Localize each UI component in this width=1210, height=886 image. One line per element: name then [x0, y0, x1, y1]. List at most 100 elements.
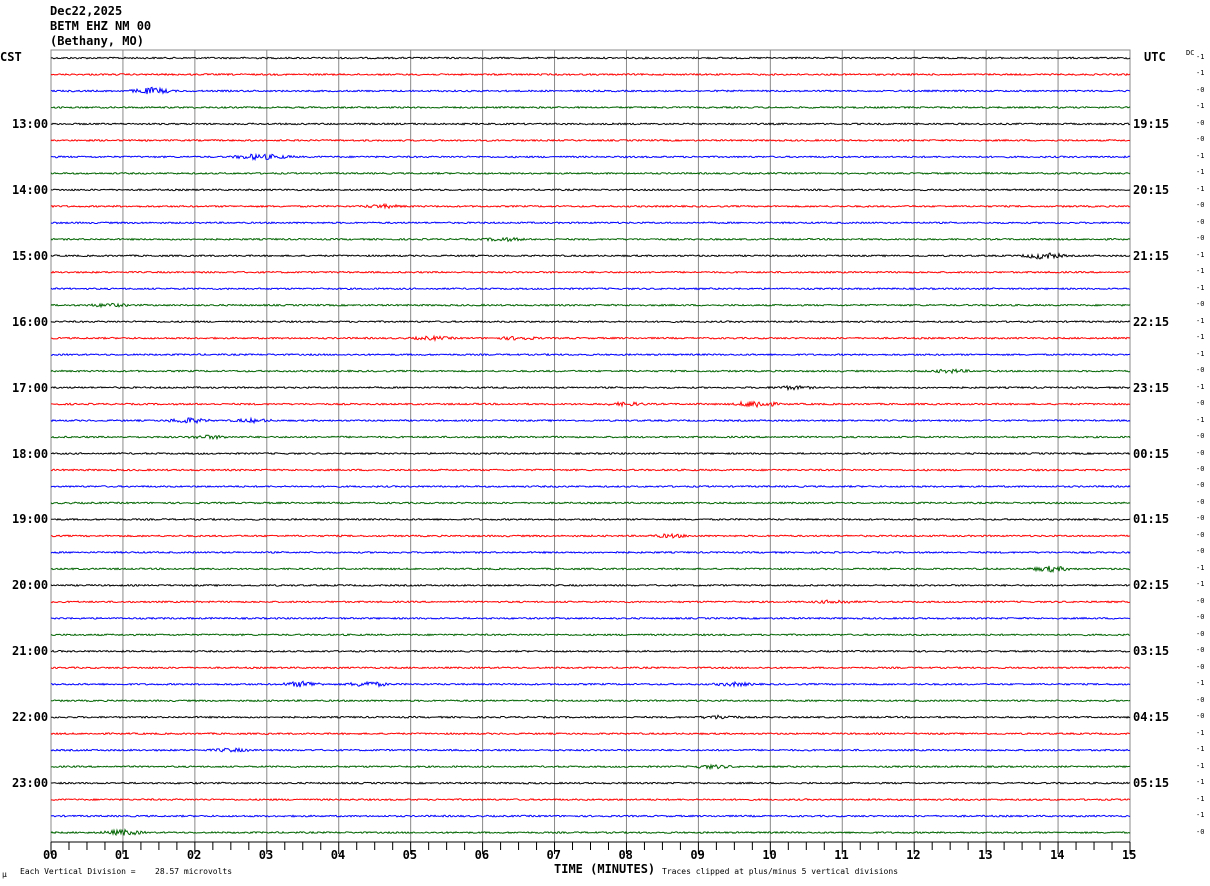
- trace-row-1: [50, 72, 1131, 77]
- trace-row-45: [50, 797, 1131, 802]
- trace-row-31: [50, 565, 1131, 573]
- left-time-label: 18:00: [12, 446, 49, 461]
- trace-row-42: [50, 747, 1131, 753]
- right-time-label: 19:15: [1133, 116, 1170, 131]
- right-time-label: 23:15: [1133, 380, 1170, 395]
- dc-offset: -0: [1196, 432, 1205, 441]
- trace-row-43: [50, 763, 1131, 771]
- dc-offset: -1: [1196, 333, 1205, 342]
- x-tick-label: 08: [618, 848, 633, 862]
- dc-offset: -1: [1196, 102, 1205, 111]
- left-time-label: 21:00: [12, 644, 49, 659]
- left-time-label: 23:00: [12, 776, 49, 791]
- trace-row-2: [50, 86, 1131, 95]
- dc-offset: -1: [1196, 679, 1205, 688]
- trace-row-39: [50, 699, 1131, 703]
- x-axis-label: TIME (MINUTES): [554, 862, 656, 876]
- dc-offset: -1: [1196, 761, 1205, 770]
- dc-offset: -1: [1196, 168, 1205, 177]
- x-tick-label: 03: [258, 848, 274, 862]
- left-time-label: 16:00: [12, 314, 49, 329]
- dc-offset: -1: [1196, 151, 1205, 160]
- dc-offset: -0: [1196, 497, 1205, 506]
- dc-offset: -1: [1196, 794, 1205, 803]
- x-tick-label: 14: [1050, 848, 1065, 862]
- dc-offset: -0: [1196, 530, 1205, 539]
- trace-row-0: [50, 56, 1131, 60]
- dc-offset: -0: [1196, 465, 1205, 473]
- right-time-label: 22:15: [1133, 314, 1170, 329]
- plot-area: [50, 49, 1131, 854]
- left-time-label: 22:00: [12, 710, 49, 725]
- trace-row-24: [50, 451, 1131, 456]
- dc-offset: -0: [1196, 827, 1205, 836]
- left-time-label: 19:00: [12, 512, 49, 527]
- right-time-label: 05:15: [1133, 776, 1170, 791]
- trace-row-25: [50, 468, 1131, 472]
- dc-offset: -0: [1196, 234, 1205, 243]
- mu-symbol: µ: [2, 870, 7, 879]
- trace-row-14: [50, 287, 1131, 291]
- trace-row-35: [50, 633, 1131, 637]
- trace-row-17: [50, 334, 1131, 343]
- x-tick-label: 07: [546, 848, 561, 862]
- x-tick-label: 00: [43, 848, 58, 862]
- trace-row-6: [50, 152, 1131, 162]
- dc-offset: -1: [1196, 283, 1205, 292]
- dc-offset: -1: [1196, 382, 1205, 391]
- trace-row-37: [50, 666, 1131, 670]
- dc-offset: -0: [1196, 547, 1205, 556]
- dc-offset: -0: [1196, 366, 1205, 375]
- trace-row-38: [50, 680, 1131, 688]
- x-tick-label: 06: [474, 848, 490, 862]
- left-time-label: 13:00: [12, 116, 49, 131]
- dc-offset: -0: [1196, 481, 1205, 490]
- dc-offset: -1: [1196, 316, 1205, 325]
- x-tick-label: 05: [402, 848, 418, 862]
- dc-offset: -0: [1196, 629, 1205, 638]
- right-time-label: 04:15: [1133, 710, 1170, 725]
- plot-frame: [50, 49, 1131, 843]
- trace-row-27: [50, 501, 1131, 505]
- dc-offset: -1: [1196, 69, 1205, 78]
- scale-value: 28.57 microvolts: [155, 867, 233, 876]
- trace-row-20: [50, 384, 1131, 392]
- trace-row-18: [50, 352, 1131, 357]
- x-tick-label: 13: [978, 848, 993, 862]
- dc-offset: -0: [1196, 399, 1205, 408]
- scale-label: Each Vertical Division =: [20, 867, 136, 876]
- right-time-label: 02:15: [1133, 578, 1170, 593]
- dc-offset: -1: [1196, 250, 1205, 259]
- dc-offset: -0: [1196, 118, 1205, 127]
- trace-row-26: [50, 484, 1131, 489]
- dc-offset: -0: [1196, 646, 1205, 655]
- trace-row-22: [50, 416, 1131, 425]
- dc-offset: -0: [1196, 514, 1205, 523]
- dc-offset: -0: [1196, 201, 1205, 210]
- trace-row-7: [50, 171, 1131, 176]
- trace-row-30: [50, 550, 1131, 555]
- left-time-label: 15:00: [12, 248, 49, 263]
- dc-offset: -1: [1196, 745, 1205, 754]
- dc-offset: -0: [1196, 85, 1205, 94]
- trace-row-19: [50, 368, 1131, 375]
- trace-row-4: [50, 122, 1131, 126]
- trace-row-28: [51, 517, 1131, 522]
- dc-offset: -1: [1196, 415, 1205, 424]
- trace-row-47: [50, 828, 1131, 837]
- dc-offset: -1: [1196, 811, 1205, 820]
- dc-offset: -1: [1196, 184, 1205, 193]
- trace-row-11: [50, 236, 1131, 243]
- trace-row-44: [50, 781, 1131, 785]
- trace-row-46: [50, 814, 1131, 818]
- trace-row-10: [50, 221, 1131, 225]
- trace-row-9: [50, 202, 1131, 210]
- right-time-label: 20:15: [1133, 182, 1170, 197]
- clip-note: Traces clipped at plus/minus 5 vertical …: [662, 867, 899, 876]
- x-tick-label: 12: [906, 848, 921, 862]
- dc-offset: -0: [1196, 135, 1205, 144]
- right-time-label: 21:15: [1133, 248, 1170, 263]
- dc-offset: -1: [1196, 53, 1205, 61]
- x-tick-label: 15: [1122, 848, 1137, 862]
- left-time-label: 17:00: [12, 380, 49, 395]
